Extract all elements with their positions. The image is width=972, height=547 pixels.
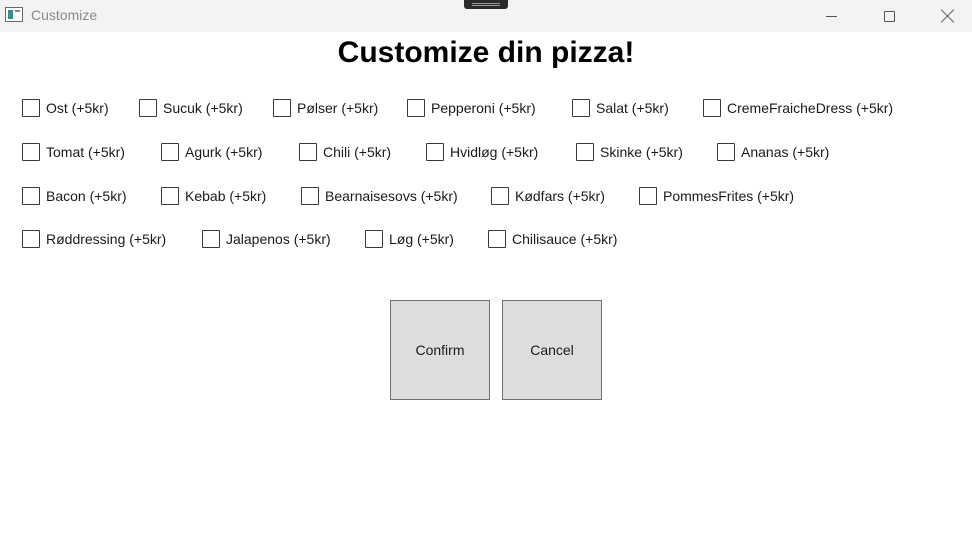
topping-label: Pepperoni (+5kr)	[431, 100, 536, 116]
topping-label: Kødfars (+5kr)	[515, 188, 605, 204]
cancel-button[interactable]: Cancel	[502, 300, 602, 400]
checkbox-box[interactable]	[22, 99, 40, 117]
topping-label: Ananas (+5kr)	[741, 144, 830, 160]
topping-checkbox-cremefraichedress[interactable]: CremeFraicheDress (+5kr)	[703, 98, 893, 118]
topping-label: Sucuk (+5kr)	[163, 100, 243, 116]
checkbox-box[interactable]	[22, 143, 40, 161]
topping-label: Bacon (+5kr)	[46, 188, 127, 204]
checkbox-box[interactable]	[717, 143, 735, 161]
topping-label: Chili (+5kr)	[323, 144, 392, 160]
maximize-icon	[883, 10, 895, 22]
checkbox-box[interactable]	[299, 143, 317, 161]
topping-label: Skinke (+5kr)	[600, 144, 683, 160]
checkbox-box[interactable]	[22, 230, 40, 248]
topping-checkbox-bearnaisesovs[interactable]: Bearnaisesovs (+5kr)	[301, 186, 458, 206]
snap-handle[interactable]	[464, 0, 508, 9]
topping-label: Salat (+5kr)	[596, 100, 669, 116]
topping-label: PommesFrites (+5kr)	[663, 188, 795, 204]
close-button[interactable]	[925, 0, 971, 32]
topping-checkbox-skinke[interactable]: Skinke (+5kr)	[576, 142, 683, 162]
title-bar[interactable]: Customize	[0, 0, 972, 32]
topping-checkbox-roddressing[interactable]: Røddressing (+5kr)	[22, 229, 166, 249]
topping-label: Kebab (+5kr)	[185, 188, 267, 204]
topping-label: Hvidløg (+5kr)	[450, 144, 539, 160]
topping-label: Chilisauce (+5kr)	[512, 231, 618, 247]
app-window-icon	[5, 7, 23, 22]
topping-checkbox-hvidlog[interactable]: Hvidløg (+5kr)	[426, 142, 538, 162]
topping-checkbox-sucuk[interactable]: Sucuk (+5kr)	[139, 98, 243, 118]
topping-label: Tomat (+5kr)	[46, 144, 125, 160]
minimize-button[interactable]	[808, 0, 854, 32]
topping-checkbox-salat[interactable]: Salat (+5kr)	[572, 98, 669, 118]
confirm-button[interactable]: Confirm	[390, 300, 490, 400]
topping-label: CremeFraicheDress (+5kr)	[727, 100, 894, 116]
topping-checkbox-tomat[interactable]: Tomat (+5kr)	[22, 142, 125, 162]
checkbox-box[interactable]	[639, 187, 657, 205]
topping-checkbox-ananas[interactable]: Ananas (+5kr)	[717, 142, 829, 162]
topping-checkbox-polser[interactable]: Pølser (+5kr)	[273, 98, 378, 118]
checkbox-box[interactable]	[426, 143, 444, 161]
topping-checkbox-ost[interactable]: Ost (+5kr)	[22, 98, 109, 118]
maximize-button[interactable]	[866, 0, 912, 32]
checkbox-box[interactable]	[161, 187, 179, 205]
topping-checkbox-agurk[interactable]: Agurk (+5kr)	[161, 142, 262, 162]
page-title: Customize din pizza!	[337, 36, 635, 69]
topping-label: Løg (+5kr)	[389, 231, 454, 247]
topping-label: Ost (+5kr)	[46, 100, 109, 116]
topping-checkbox-jalapenos[interactable]: Jalapenos (+5kr)	[202, 229, 331, 249]
checkbox-box[interactable]	[572, 99, 590, 117]
topping-label: Agurk (+5kr)	[185, 144, 263, 160]
topping-checkbox-kebab[interactable]: Kebab (+5kr)	[161, 186, 266, 206]
checkbox-box[interactable]	[301, 187, 319, 205]
topping-label: Pølser (+5kr)	[297, 100, 379, 116]
checkbox-box[interactable]	[22, 187, 40, 205]
checkbox-box[interactable]	[488, 230, 506, 248]
checkbox-box[interactable]	[365, 230, 383, 248]
checkbox-box[interactable]	[407, 99, 425, 117]
checkbox-box[interactable]	[139, 99, 157, 117]
checkbox-box[interactable]	[202, 230, 220, 248]
topping-checkbox-pommesfrites[interactable]: PommesFrites (+5kr)	[639, 186, 794, 206]
topping-checkbox-kodfars[interactable]: Kødfars (+5kr)	[491, 186, 605, 206]
checkbox-box[interactable]	[576, 143, 594, 161]
topping-checkbox-pepperoni[interactable]: Pepperoni (+5kr)	[407, 98, 536, 118]
checkbox-box[interactable]	[491, 187, 509, 205]
topping-checkbox-log[interactable]: Løg (+5kr)	[365, 229, 454, 249]
topping-label: Bearnaisesovs (+5kr)	[325, 188, 458, 204]
topping-label: Røddressing (+5kr)	[46, 231, 167, 247]
topping-checkbox-chilisauce[interactable]: Chilisauce (+5kr)	[488, 229, 617, 249]
window-title: Customize	[31, 7, 98, 23]
topping-checkbox-chili[interactable]: Chili (+5kr)	[299, 142, 391, 162]
topping-checkbox-bacon[interactable]: Bacon (+5kr)	[22, 186, 127, 206]
close-icon	[941, 9, 955, 23]
checkbox-box[interactable]	[703, 99, 721, 117]
checkbox-box[interactable]	[273, 99, 291, 117]
minimize-icon	[825, 15, 837, 17]
topping-label: Jalapenos (+5kr)	[226, 231, 331, 247]
checkbox-box[interactable]	[161, 143, 179, 161]
